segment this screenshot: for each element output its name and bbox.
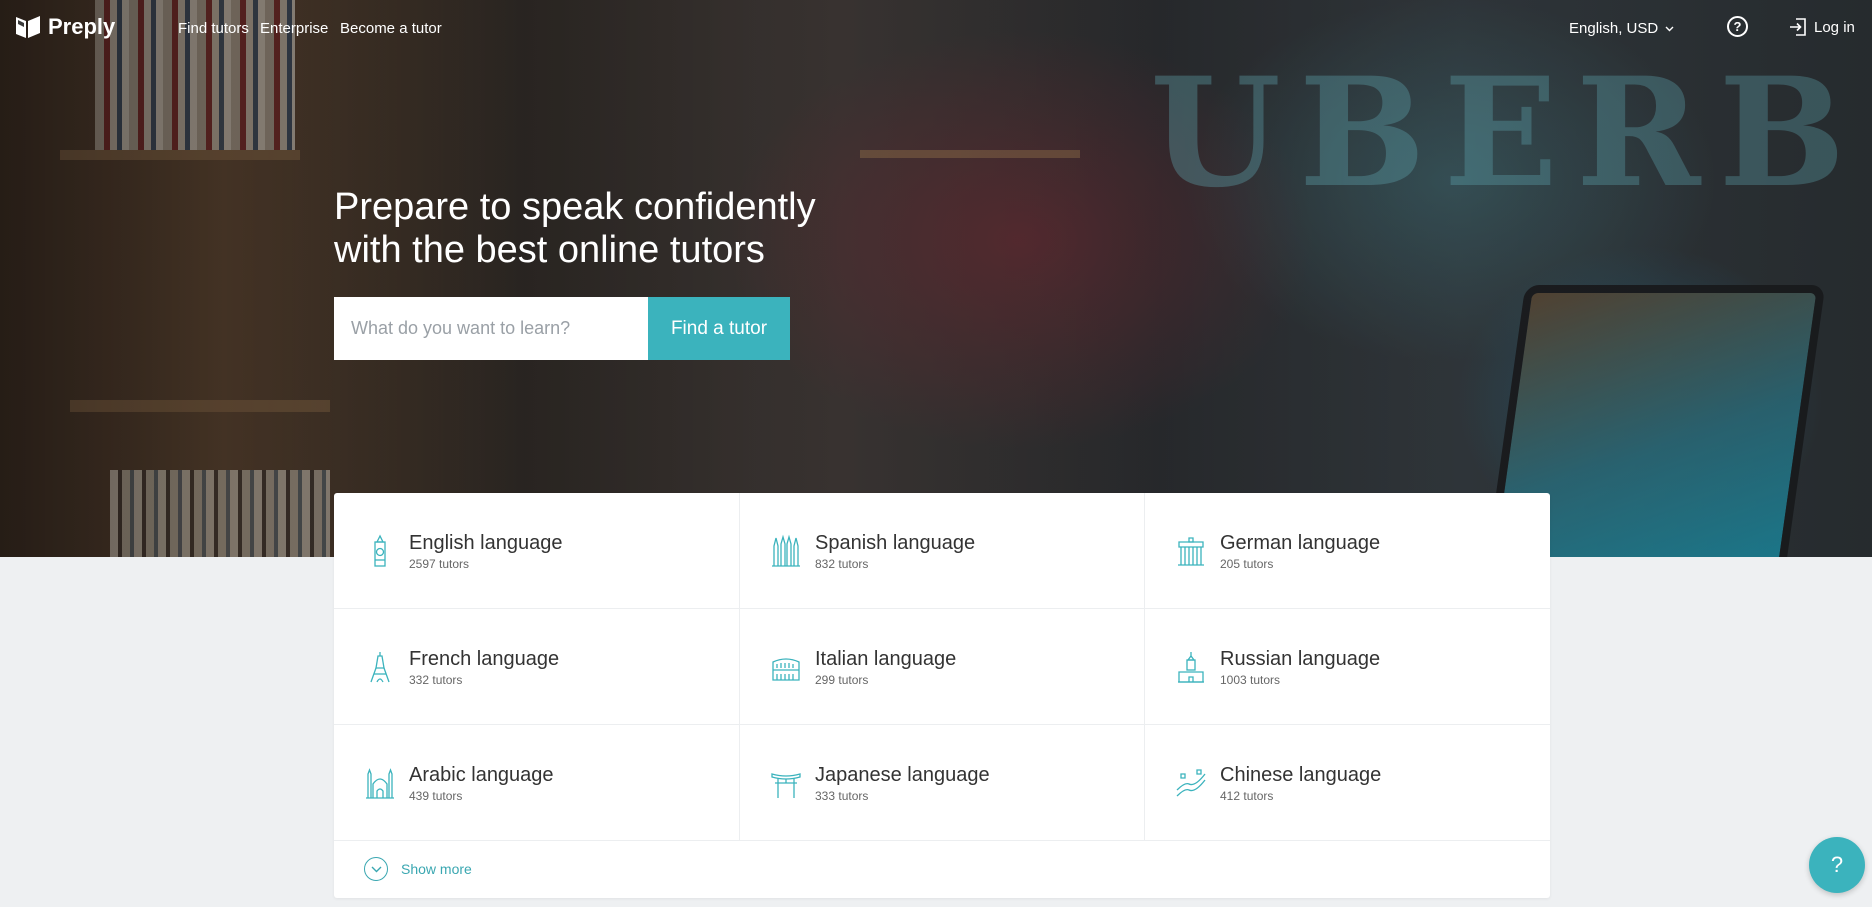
hero-headline: Prepare to speak confidently with the be… <box>334 186 854 272</box>
help-chat-button[interactable]: ? <box>1809 837 1865 893</box>
tutor-count: 412 tutors <box>1220 788 1274 803</box>
great-wall-icon <box>1176 768 1206 796</box>
find-tutor-button[interactable]: Find a tutor <box>648 297 790 360</box>
language-item-chinese[interactable]: Chinese language 412 tutors <box>1145 725 1550 841</box>
tutor-count: 205 tutors <box>1220 556 1274 571</box>
search-input[interactable] <box>334 297 648 360</box>
language-item-english[interactable]: English language 2597 tutors <box>334 493 740 609</box>
nav-become-tutor[interactable]: Become a tutor <box>340 20 442 37</box>
language-item-spanish[interactable]: Spanish language 832 tutors <box>740 493 1145 609</box>
language-name: French language <box>409 647 560 670</box>
preply-logo-icon <box>16 16 40 38</box>
language-list-card: English language 2597 tutors Spanish lan… <box>334 493 1550 898</box>
kremlin-icon <box>1178 651 1204 683</box>
brand-name: Preply <box>48 14 116 39</box>
language-name: Spanish language <box>815 531 976 554</box>
colosseum-icon <box>772 657 800 681</box>
language-name: Arabic language <box>409 763 554 786</box>
torii-gate-icon <box>771 772 801 798</box>
language-name: Japanese language <box>815 763 990 786</box>
nav-find-tutors[interactable]: Find tutors <box>178 20 249 37</box>
brand-logo[interactable]: Preply <box>14 14 115 40</box>
language-item-italian[interactable]: Italian language 299 tutors <box>740 609 1145 725</box>
language-name: English language <box>409 531 563 554</box>
chevron-down-icon <box>1665 26 1674 32</box>
tutor-count: 2597 tutors <box>409 556 470 571</box>
login-button[interactable]: Log in <box>1788 17 1855 37</box>
tutor-count: 333 tutors <box>815 788 869 803</box>
show-more-button[interactable]: Show more <box>334 841 1550 897</box>
tutor-count: 299 tutors <box>815 672 869 687</box>
eiffel-tower-icon <box>370 651 390 682</box>
language-name: German language <box>1220 531 1381 554</box>
language-name: Chinese language <box>1220 763 1382 786</box>
language-currency-label: English, USD <box>1569 20 1659 37</box>
big-ben-icon <box>374 534 386 567</box>
language-item-german[interactable]: German language 205 tutors <box>1145 493 1550 609</box>
language-item-arabic[interactable]: Arabic language 439 tutors <box>334 725 740 841</box>
hero-headline-line-1: Prepare to speak confidently <box>334 186 816 228</box>
mosque-icon <box>366 767 394 799</box>
show-more-label: Show more <box>401 861 472 877</box>
language-name: Italian language <box>815 647 957 670</box>
nav-enterprise[interactable]: Enterprise <box>260 20 328 37</box>
help-icon[interactable]: ? <box>1727 16 1748 37</box>
sagrada-familia-icon <box>772 534 800 567</box>
hero-headline-line-2: with the best online tutors <box>334 229 765 271</box>
brandenburg-gate-icon <box>1178 536 1204 566</box>
login-label: Log in <box>1814 18 1855 36</box>
login-icon <box>1790 18 1806 36</box>
tutor-count: 832 tutors <box>815 556 869 571</box>
chevron-down-circle-icon <box>364 857 388 881</box>
language-item-japanese[interactable]: Japanese language 333 tutors <box>740 725 1145 841</box>
language-name: Russian language <box>1220 647 1381 670</box>
hero-background-photo: UBERBORN <box>0 0 1872 557</box>
top-navigation: Preply Find tutors Enterprise Become a t… <box>0 0 1872 56</box>
tutor-count: 332 tutors <box>409 672 463 687</box>
language-currency-selector[interactable]: English, USD <box>1569 20 1674 37</box>
tutor-count: 439 tutors <box>409 788 463 803</box>
language-item-russian[interactable]: Russian language 1003 tutors <box>1145 609 1550 725</box>
tutor-search-form: Find a tutor <box>334 297 790 360</box>
language-item-french[interactable]: French language 332 tutors <box>334 609 740 725</box>
tutor-count: 1003 tutors <box>1220 672 1281 687</box>
